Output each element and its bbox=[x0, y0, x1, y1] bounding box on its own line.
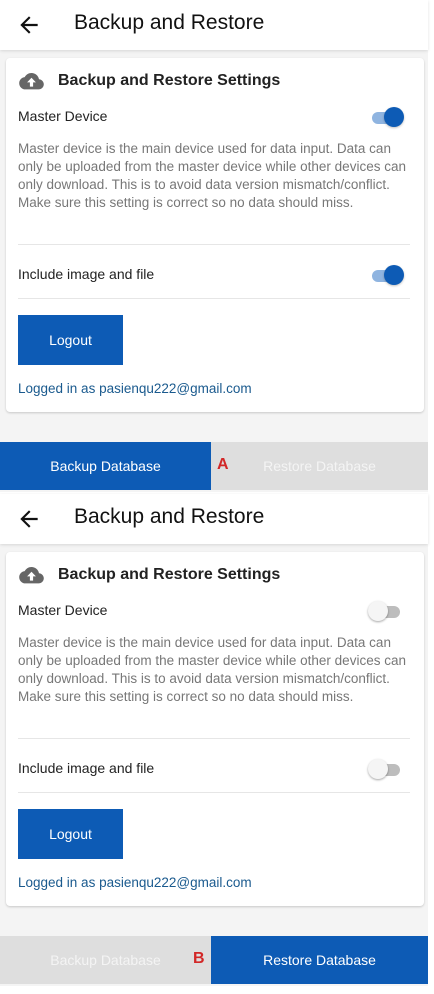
restore-database-tab[interactable]: Restore Database bbox=[211, 936, 428, 984]
logout-button[interactable]: Logout bbox=[18, 809, 123, 859]
master-device-label: Master Device bbox=[18, 602, 108, 618]
divider bbox=[18, 738, 410, 739]
app-bar: Backup and Restore bbox=[0, 494, 428, 544]
restore-database-tab[interactable]: Restore Database bbox=[211, 442, 428, 490]
cloud-upload-icon bbox=[19, 73, 44, 90]
divider bbox=[18, 792, 410, 793]
master-device-description: Master device is the main device used fo… bbox=[18, 635, 406, 704]
master-device-description: Master device is the main device used fo… bbox=[18, 141, 406, 210]
master-device-toggle[interactable] bbox=[368, 600, 402, 622]
include-image-label: Include image and file bbox=[18, 266, 155, 282]
toggle-knob bbox=[368, 601, 388, 621]
panel-marker-a: A bbox=[217, 456, 229, 473]
screenshot-panel-b: Backup and Restore Backup and Restore Se… bbox=[0, 494, 428, 986]
arrow-left-icon[interactable] bbox=[16, 506, 42, 532]
card-header: Backup and Restore Settings bbox=[18, 562, 280, 588]
page-title: Backup and Restore bbox=[74, 505, 265, 528]
logged-in-status: Logged in as pasienqu222@gmail.com bbox=[18, 875, 252, 890]
divider bbox=[18, 298, 410, 299]
card-title: Backup and Restore Settings bbox=[58, 72, 281, 89]
panel-marker-b: B bbox=[193, 950, 205, 967]
toggle-knob bbox=[384, 265, 404, 285]
card-header: Backup and Restore Settings bbox=[18, 68, 280, 94]
toggle-knob bbox=[368, 759, 388, 779]
backup-database-tab[interactable]: Backup Database bbox=[0, 936, 211, 984]
settings-card: Backup and Restore Settings Master Devic… bbox=[6, 552, 424, 906]
logout-button[interactable]: Logout bbox=[18, 315, 123, 365]
settings-card: Backup and Restore Settings Master Devic… bbox=[6, 58, 424, 412]
divider bbox=[18, 244, 410, 245]
screenshot-panel-a: Backup and Restore Backup and Restore Se… bbox=[0, 0, 428, 492]
cloud-upload-icon bbox=[19, 567, 44, 584]
page-title: Backup and Restore bbox=[74, 11, 265, 34]
card-title: Backup and Restore Settings bbox=[58, 566, 281, 583]
arrow-left-icon[interactable] bbox=[16, 12, 42, 38]
master-device-label: Master Device bbox=[18, 108, 108, 124]
logged-in-status: Logged in as pasienqu222@gmail.com bbox=[18, 381, 252, 396]
bottom-tab-bar: Backup Database Restore Database B bbox=[0, 936, 428, 984]
backup-database-tab[interactable]: Backup Database bbox=[0, 442, 211, 490]
bottom-tab-bar: Backup Database Restore Database A bbox=[0, 442, 428, 490]
master-device-toggle[interactable] bbox=[370, 106, 404, 128]
include-image-toggle[interactable] bbox=[370, 264, 404, 286]
include-image-label: Include image and file bbox=[18, 760, 155, 776]
toggle-knob bbox=[384, 107, 404, 127]
include-image-toggle[interactable] bbox=[368, 758, 402, 780]
app-bar: Backup and Restore bbox=[0, 0, 428, 50]
